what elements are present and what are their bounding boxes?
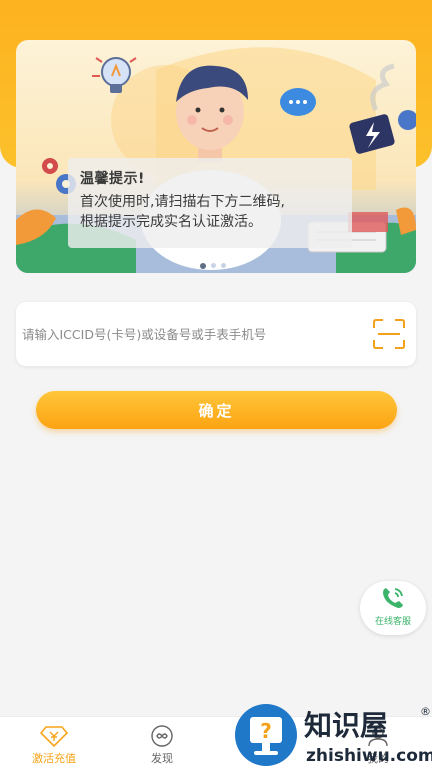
- online-service-label: 在线客服: [374, 617, 411, 627]
- carousel-indicator[interactable]: [200, 262, 226, 269]
- svg-text:®: ®: [420, 705, 431, 718]
- notice-card: 温馨提示! 首次使用时,请扫描右下方二维码, 根据提示完成实名认证激活。: [68, 158, 352, 248]
- notice-line-2: 根据提示完成实名认证激活。: [80, 214, 262, 230]
- watermark-question-mark: ?: [260, 719, 272, 743]
- tab-activate-recharge[interactable]: 激活充值: [0, 717, 108, 768]
- tab-discover[interactable]: 发现: [108, 717, 216, 768]
- iccid-input-card: [16, 302, 416, 366]
- diamond-yen-icon: [40, 726, 68, 747]
- carousel-dot-2[interactable]: [211, 263, 216, 268]
- tab-activate-recharge-label: 激活充值: [32, 752, 76, 765]
- confirm-button[interactable]: 确定: [36, 391, 397, 429]
- watermark-domain: zhishiwu.com: [306, 746, 432, 766]
- watermark-badge: ?: [234, 703, 298, 767]
- scan-icon[interactable]: [372, 318, 406, 350]
- tab-discover-label: 发现: [151, 752, 173, 765]
- watermark-name: 知识屋: [304, 709, 388, 742]
- promo-banner[interactable]: 温馨提示! 首次使用时,请扫描右下方二维码, 根据提示完成实名认证激活。: [16, 40, 416, 273]
- carousel-dot-1[interactable]: [200, 262, 206, 269]
- phone-icon: [383, 588, 403, 608]
- infinity-icon: [151, 725, 173, 747]
- watermark-logo: 知识屋 ® zhishiwu.com: [304, 705, 432, 766]
- carousel-dot-3[interactable]: [221, 263, 226, 268]
- online-service-button[interactable]: 在线客服: [360, 581, 426, 635]
- iccid-input[interactable]: [16, 302, 356, 366]
- notice-title: 温馨提示!: [80, 171, 145, 187]
- notice-line-1: 首次使用时,请扫描右下方二维码,: [80, 194, 285, 210]
